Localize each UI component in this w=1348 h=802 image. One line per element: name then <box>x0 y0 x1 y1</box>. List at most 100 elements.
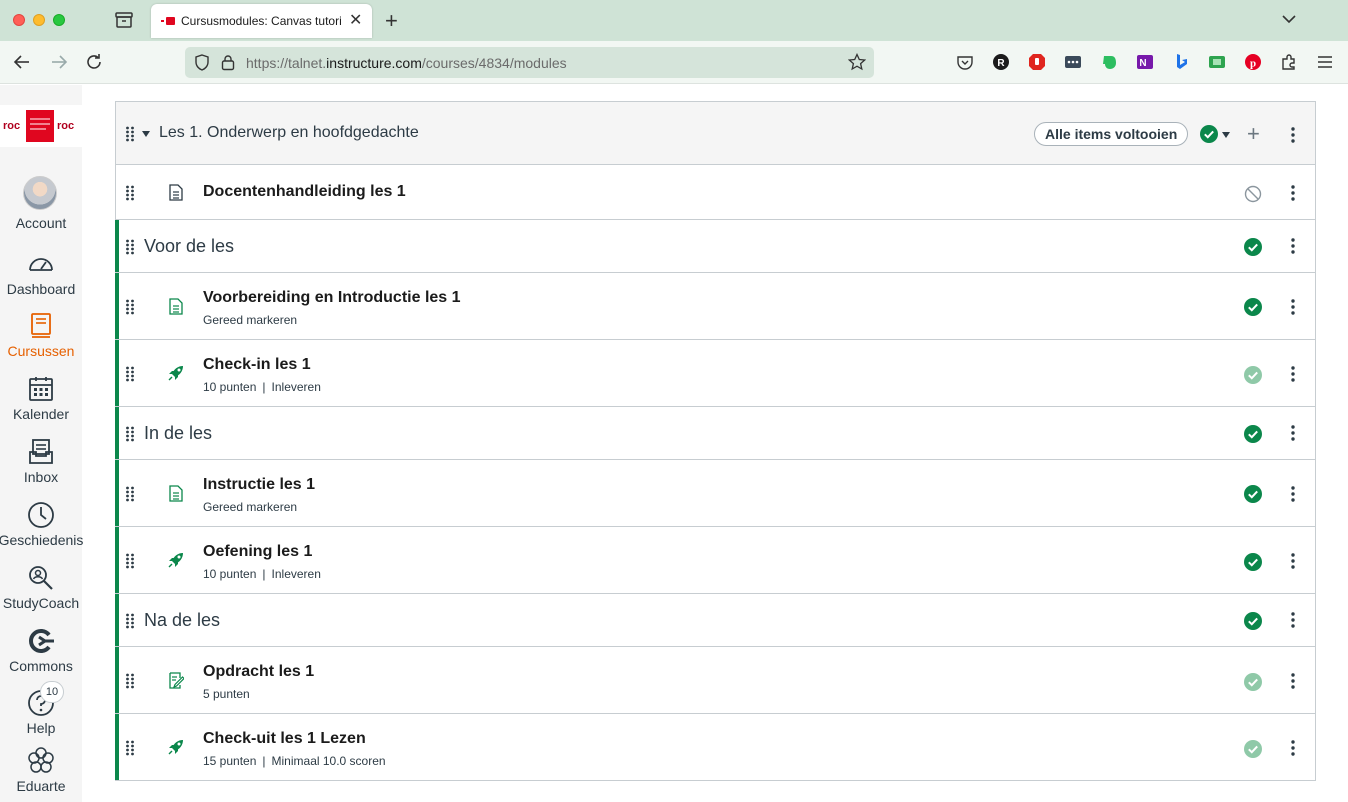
drag-handle-icon[interactable] <box>125 185 135 201</box>
bing-extension-icon[interactable] <box>1172 53 1190 71</box>
page-icon <box>168 184 184 201</box>
tab-archive-icon[interactable] <box>114 11 134 29</box>
tab-close-icon[interactable]: ✕ <box>349 10 362 30</box>
nav-calendar[interactable]: Kalender <box>0 375 82 437</box>
item-options-kebab-icon[interactable] <box>1291 486 1295 502</box>
module-item-row[interactable]: Voorbereiding en Introductie les 1 Geree… <box>115 273 1315 340</box>
nav-inbox[interactable]: Inbox <box>0 438 82 500</box>
drag-handle-icon[interactable] <box>125 366 135 382</box>
item-options-kebab-icon[interactable] <box>1291 553 1295 569</box>
password-manager-extension-icon[interactable] <box>1064 53 1082 71</box>
nav-label: Cursussen <box>7 343 75 359</box>
complete-all-button[interactable]: Alle items voltooien <box>1034 122 1189 146</box>
svg-text:p: p <box>1250 58 1256 70</box>
nav-courses[interactable]: Cursussen <box>0 312 82 374</box>
nav-label: Kalender <box>12 406 70 422</box>
module-item-row[interactable]: Opdracht les 1 5 punten <box>115 647 1315 714</box>
completion-dropdown-icon[interactable] <box>1222 132 1230 138</box>
institution-logo[interactable]: roc roc <box>0 105 82 147</box>
window-close-button[interactable] <box>13 14 25 26</box>
nav-account[interactable]: Account <box>0 176 82 238</box>
svg-text:R: R <box>997 58 1005 69</box>
module-options-kebab-icon[interactable] <box>1291 127 1295 143</box>
drag-handle-icon[interactable] <box>125 426 135 442</box>
module-item-row[interactable]: Check-uit les 1 Lezen 15 punten | Minimaal… <box>115 714 1315 780</box>
drag-handle-icon[interactable] <box>125 126 135 142</box>
adblock-extension-icon[interactable] <box>1028 53 1046 71</box>
help-badge: 10 <box>40 681 64 703</box>
window-zoom-button[interactable] <box>53 14 65 26</box>
module-card: Les 1. Onderwerp en hoofdgedachte Alle i… <box>115 101 1316 781</box>
rocket-quiz-icon <box>168 739 184 756</box>
nav-label: Help <box>26 720 56 736</box>
onenote-extension-icon[interactable]: N <box>1136 53 1154 71</box>
item-options-kebab-icon[interactable] <box>1291 366 1295 382</box>
nav-studycoach[interactable]: StudyCoach <box>0 564 82 626</box>
forward-arrow-icon[interactable] <box>49 52 69 72</box>
browser-tab-active[interactable]: Cursusmodules: Canvas tutorial ✕ <box>151 4 372 38</box>
sheets-extension-icon[interactable] <box>1208 53 1226 71</box>
shield-icon[interactable] <box>194 54 210 71</box>
completed-check-icon <box>1244 425 1262 443</box>
item-title-link[interactable]: Instructie les 1 <box>203 476 315 494</box>
item-options-kebab-icon[interactable] <box>1291 740 1295 756</box>
unpublished-ban-icon[interactable] <box>1244 185 1262 203</box>
url-bar[interactable]: https://talnet.instructure.com/courses/4… <box>185 47 874 78</box>
item-options-kebab-icon[interactable] <box>1291 299 1295 315</box>
menu-hamburger-icon[interactable] <box>1316 53 1334 71</box>
reload-icon[interactable] <box>84 52 104 72</box>
extensions-puzzle-icon[interactable] <box>1280 53 1298 71</box>
new-tab-icon[interactable]: + <box>385 8 398 34</box>
drag-handle-icon[interactable] <box>125 239 135 255</box>
item-options-kebab-icon[interactable] <box>1291 185 1295 201</box>
completion-bar <box>115 407 119 459</box>
readwise-extension-icon[interactable]: R <box>992 53 1010 71</box>
item-options-kebab-icon[interactable] <box>1291 238 1295 254</box>
window-minimize-button[interactable] <box>33 14 45 26</box>
item-options-kebab-icon[interactable] <box>1291 425 1295 441</box>
lock-icon[interactable] <box>221 54 235 71</box>
module-item-row[interactable]: Oefening les 1 10 punten | Inleveren <box>115 527 1315 594</box>
drag-handle-icon[interactable] <box>125 299 135 315</box>
module-item-row[interactable]: Instructie les 1 Gereed markeren <box>115 460 1315 527</box>
module-item-row[interactable]: Check-in les 1 10 punten | Inleveren <box>115 340 1315 407</box>
item-requirement: Gereed markeren <box>203 500 298 514</box>
item-options-kebab-icon[interactable] <box>1291 673 1295 689</box>
pocket-icon[interactable] <box>956 53 974 71</box>
drag-handle-icon[interactable] <box>125 673 135 689</box>
drag-handle-icon[interactable] <box>125 553 135 569</box>
subheader-title: In de les <box>144 423 213 443</box>
completion-bar <box>115 647 119 713</box>
module-header[interactable]: Les 1. Onderwerp en hoofdgedachte Alle i… <box>116 102 1315 165</box>
nav-dashboard[interactable]: Dashboard <box>0 250 82 312</box>
item-requirement: Inleveren <box>271 380 321 394</box>
svg-text:roc: roc <box>3 120 20 132</box>
evernote-extension-icon[interactable] <box>1100 53 1118 71</box>
nav-commons[interactable]: Commons <box>0 627 82 689</box>
module-completed-check-icon[interactable] <box>1200 125 1218 143</box>
item-title-link[interactable]: Check-uit les 1 Lezen <box>203 730 366 748</box>
drag-handle-icon[interactable] <box>125 740 135 756</box>
completed-check-icon <box>1244 485 1262 503</box>
chevron-down-icon[interactable] <box>1280 10 1298 28</box>
completion-bar <box>115 714 119 780</box>
item-title-link[interactable]: Docentenhandleiding les 1 <box>203 183 406 201</box>
module-item-row[interactable]: Docentenhandleiding les 1 <box>116 165 1315 220</box>
nav-eduarte[interactable]: Eduarte <box>0 747 82 802</box>
pinterest-extension-icon[interactable]: p <box>1244 53 1262 71</box>
item-title-link[interactable]: Opdracht les 1 <box>203 663 314 681</box>
drag-handle-icon[interactable] <box>125 486 135 502</box>
collapse-caret-icon[interactable] <box>142 131 150 137</box>
item-options-kebab-icon[interactable] <box>1291 612 1295 628</box>
nav-help[interactable]: 10 Help <box>0 681 82 751</box>
item-title-link[interactable]: Voorbereiding en Introductie les 1 <box>203 289 461 307</box>
browser-tab-bar: Cursusmodules: Canvas tutorial ✕ + <box>0 0 1348 41</box>
bookmark-star-icon[interactable] <box>848 53 866 71</box>
item-title-link[interactable]: Check-in les 1 <box>203 356 311 374</box>
pending-check-icon <box>1244 673 1262 691</box>
drag-handle-icon[interactable] <box>125 613 135 629</box>
add-item-plus-icon[interactable]: + <box>1247 123 1260 145</box>
back-arrow-icon[interactable] <box>12 52 32 72</box>
nav-history[interactable]: Geschiedenis <box>0 501 83 563</box>
item-title-link[interactable]: Oefening les 1 <box>203 543 312 561</box>
